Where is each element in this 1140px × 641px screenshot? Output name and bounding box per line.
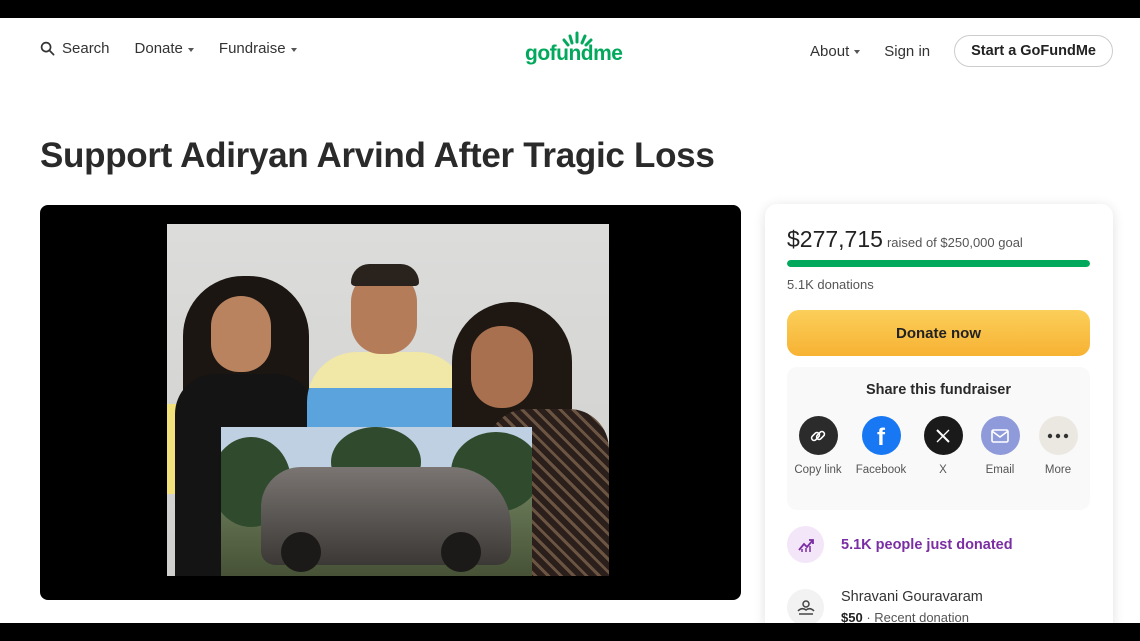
start-gofundme-button[interactable]: Start a GoFundMe xyxy=(954,35,1113,67)
chevron-down-icon xyxy=(187,47,194,52)
campaign-photo xyxy=(167,224,609,576)
sign-in-link[interactable]: Sign in xyxy=(884,43,930,60)
donor-detail: $50 · Recent donation xyxy=(841,610,983,623)
trending-icon xyxy=(787,526,824,563)
donate-now-button[interactable]: Donate now xyxy=(787,310,1090,356)
nav-right: About Sign in Start a GoFundMe xyxy=(810,35,1113,67)
gofundme-logo[interactable]: gofundme xyxy=(520,30,632,70)
link-icon xyxy=(798,416,838,455)
goal-text: raised of $250,000 goal xyxy=(886,235,1023,250)
share-label: More xyxy=(1044,464,1072,476)
about-menu-label: About xyxy=(810,42,850,60)
share-title: Share this fundraiser xyxy=(865,382,1012,398)
share-facebook[interactable]: f Facebook xyxy=(853,416,909,478)
share-label: Email xyxy=(985,464,1015,476)
campaign-media[interactable] xyxy=(40,205,741,600)
social-proof-text: 5.1K people just donated xyxy=(841,536,1013,553)
more-icon xyxy=(1038,416,1078,455)
recent-donor: Shravani Gouravaram $50 · Recent donatio… xyxy=(787,589,983,623)
facebook-icon: f xyxy=(861,416,901,455)
donor-amount: $50 xyxy=(841,610,863,623)
about-menu[interactable]: About xyxy=(810,42,861,60)
donate-menu-label: Donate xyxy=(134,40,183,57)
progress-bar xyxy=(787,260,1090,267)
top-navigation: Search Donate Fundraise gofundme About S… xyxy=(0,18,1140,82)
logo-wordmark: gofundme xyxy=(525,42,623,65)
search-link[interactable]: Search xyxy=(40,40,110,57)
donation-panel: $277,715 raised of $250,000 goal 5.1K do… xyxy=(765,204,1113,623)
fundraise-menu-label: Fundraise xyxy=(218,40,286,57)
burned-car-inset-photo xyxy=(221,427,532,576)
donate-menu[interactable]: Donate xyxy=(135,40,194,57)
search-label: Search xyxy=(62,40,110,57)
share-email[interactable]: Email xyxy=(972,416,1028,478)
page-title: Support Adiryan Arvind After Tragic Loss xyxy=(40,136,715,175)
raised-summary: $277,715 raised of $250,000 goal xyxy=(787,226,1023,253)
raised-amount: $277,715 xyxy=(787,226,883,252)
car-wheel xyxy=(281,532,321,572)
share-section: Share this fundraiser Copy link f Facebo… xyxy=(787,367,1090,510)
share-copy-link[interactable]: Copy link xyxy=(790,416,846,478)
page: Search Donate Fundraise gofundme About S… xyxy=(0,18,1140,623)
fundraise-menu[interactable]: Fundraise xyxy=(219,40,297,57)
donor-note: Recent donation xyxy=(874,610,969,623)
chevron-down-icon xyxy=(290,47,297,52)
donations-count: 5.1K donations xyxy=(787,277,874,292)
person-face xyxy=(471,326,533,408)
share-more[interactable]: More xyxy=(1030,416,1086,478)
donor-hands-icon xyxy=(787,589,824,623)
nav-left: Search Donate Fundraise xyxy=(40,40,322,57)
chevron-down-icon xyxy=(854,50,861,54)
sign-in-label: Sign in xyxy=(884,42,931,60)
search-icon xyxy=(40,41,55,56)
x-icon xyxy=(923,416,963,455)
social-proof[interactable]: 5.1K people just donated xyxy=(787,526,1013,563)
share-label: Copy link xyxy=(794,464,842,476)
car-wheel xyxy=(441,532,481,572)
share-label: X xyxy=(939,464,947,476)
email-icon xyxy=(980,416,1020,455)
person-hair xyxy=(351,264,419,286)
progress-fill xyxy=(787,260,1090,267)
person-face xyxy=(211,296,271,372)
share-x[interactable]: X xyxy=(915,416,971,478)
donor-name: Shravani Gouravaram xyxy=(841,589,983,605)
share-label: Facebook xyxy=(855,464,907,476)
